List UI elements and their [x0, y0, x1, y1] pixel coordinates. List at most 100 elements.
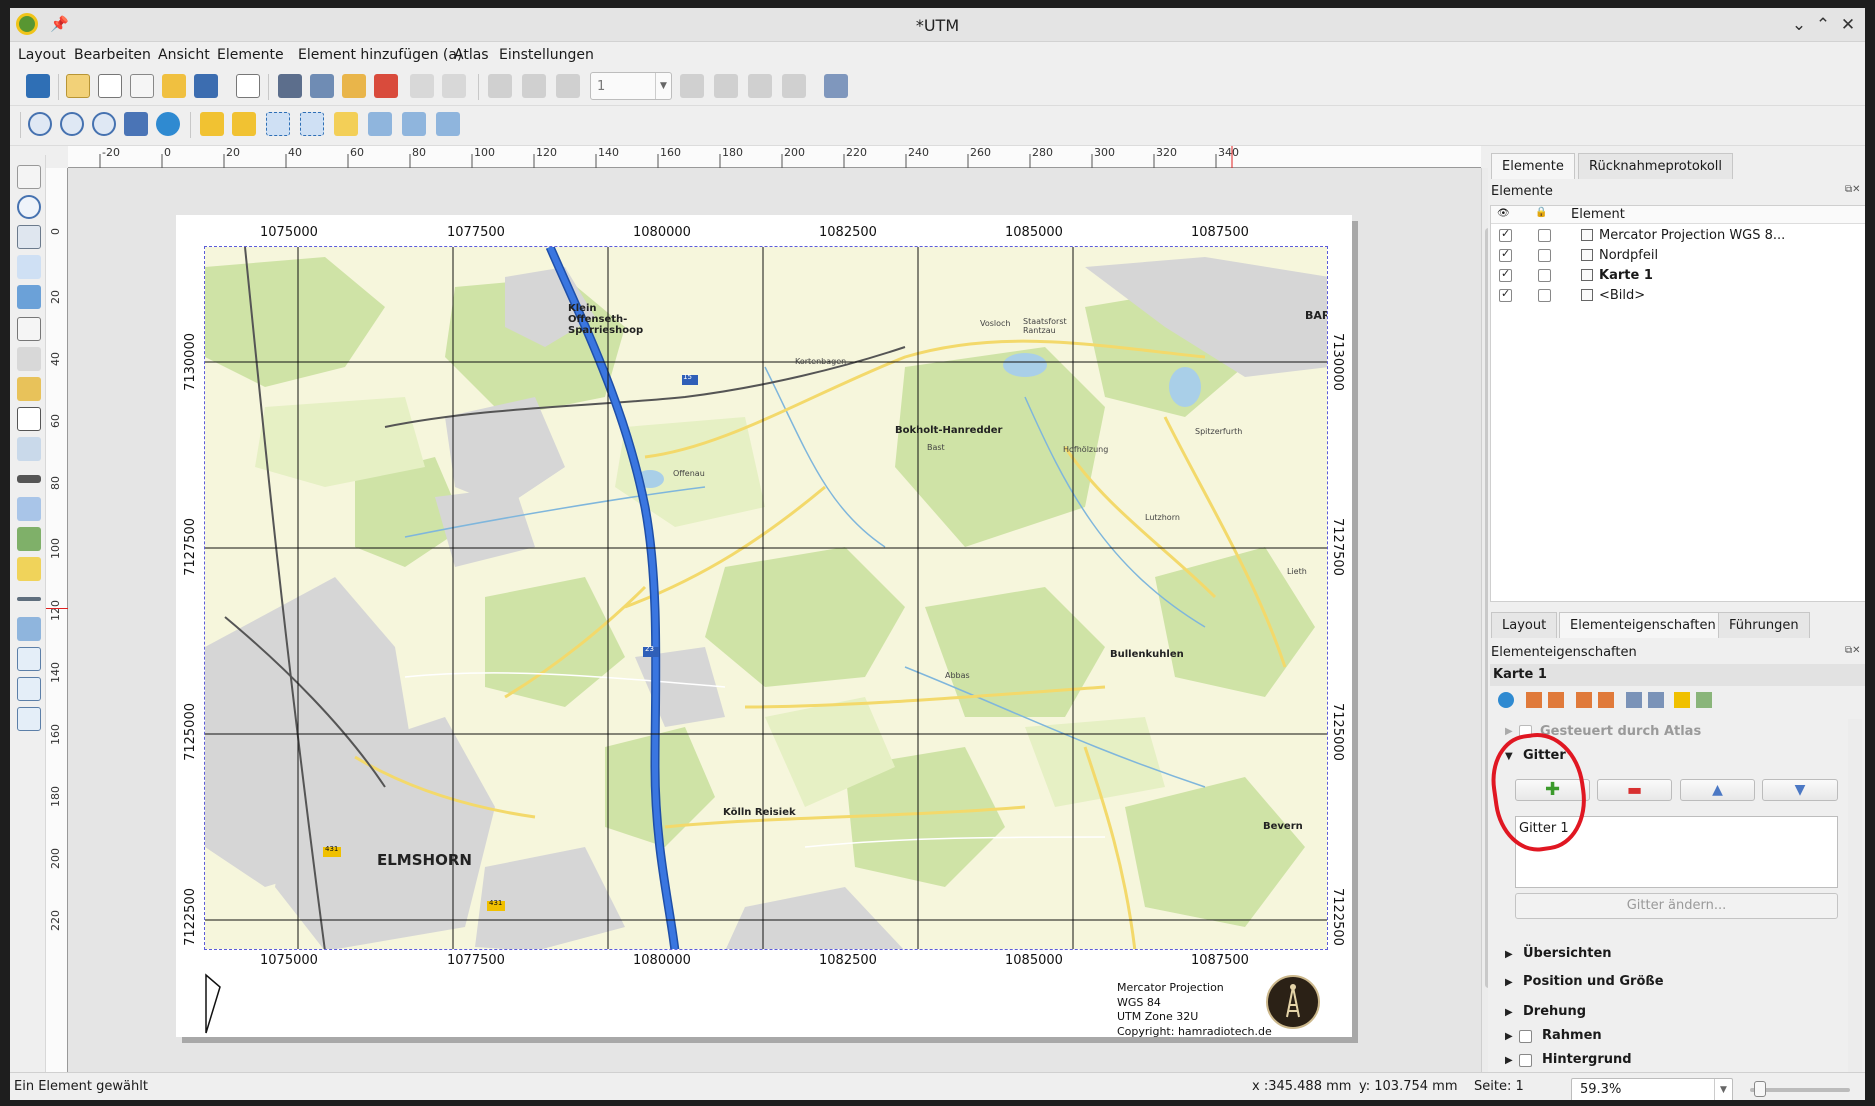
- expand-icon[interactable]: ▶: [1505, 1031, 1513, 1042]
- atlas-page-spinbox[interactable]: 1 ▼: [590, 72, 672, 100]
- menu-bearbeiten[interactable]: Bearbeiten: [74, 47, 151, 63]
- add-3d-map-icon[interactable]: [17, 347, 41, 371]
- section-hintergrund[interactable]: Hintergrund: [1542, 1052, 1632, 1067]
- lock-items-icon[interactable]: [200, 112, 224, 136]
- expand-icon[interactable]: ▶: [1505, 726, 1513, 737]
- refresh-icon[interactable]: [1498, 692, 1514, 708]
- previous-feature-icon[interactable]: [556, 74, 580, 98]
- print-icon[interactable]: [278, 74, 302, 98]
- tree-row[interactable]: Mercator Projection WGS 8...: [1491, 227, 1865, 244]
- section-drehung[interactable]: Drehung: [1523, 1004, 1586, 1019]
- add-north-arrow-icon[interactable]: [17, 497, 41, 521]
- minimize-button[interactable]: ⌄: [1788, 14, 1810, 36]
- lock-checkbox[interactable]: [1538, 289, 1551, 302]
- projection-label[interactable]: Mercator Projection WGS 84 UTM Zone 32U …: [1117, 981, 1272, 1039]
- export-svg-icon[interactable]: [342, 74, 366, 98]
- add-marker-icon[interactable]: [17, 557, 41, 581]
- bookmarks-icon[interactable]: [1626, 692, 1642, 708]
- unlock-items-icon[interactable]: [232, 112, 256, 136]
- atlas-settings-icon[interactable]: [824, 74, 848, 98]
- zoom-tool-icon[interactable]: [17, 195, 41, 219]
- hamradiotech-logo[interactable]: [1266, 975, 1320, 1029]
- layers-icon[interactable]: [1696, 692, 1712, 708]
- view-scale-icon[interactable]: [1598, 692, 1614, 708]
- zoom-slider-handle[interactable]: [1754, 1081, 1766, 1097]
- zoom-in-icon[interactable]: [28, 112, 52, 136]
- add-arrow-icon[interactable]: [17, 597, 41, 601]
- labels-icon[interactable]: [1674, 692, 1690, 708]
- expand-icon[interactable]: ▶: [1505, 977, 1513, 988]
- menu-ansicht[interactable]: Ansicht: [158, 47, 210, 63]
- grid-list-item[interactable]: Gitter 1: [1519, 821, 1569, 836]
- group-icon[interactable]: [266, 112, 290, 136]
- ungroup-icon[interactable]: [300, 112, 324, 136]
- dock-float-close-icons[interactable]: ⧉✕: [1845, 184, 1861, 195]
- add-legend-icon[interactable]: [17, 437, 41, 461]
- zoom-100-icon[interactable]: [92, 112, 116, 136]
- pan-icon[interactable]: [17, 165, 41, 189]
- add-fixed-table-icon[interactable]: [17, 707, 41, 731]
- tab-ruecknahmeprotokoll[interactable]: Rücknahmeprotokoll: [1578, 153, 1734, 179]
- lock-checkbox[interactable]: [1538, 229, 1551, 242]
- zoom-full-icon[interactable]: [124, 112, 148, 136]
- add-node-item-icon[interactable]: [17, 617, 41, 641]
- layout-manager-icon[interactable]: [130, 74, 154, 98]
- tree-row[interactable]: Nordpfeil: [1491, 247, 1865, 264]
- map-item-karte-1[interactable]: 15 23 431 431 Klein Offenseth-Sparriesho…: [204, 246, 1328, 950]
- atlas-controlled-checkbox[interactable]: [1519, 725, 1532, 738]
- lock-checkbox[interactable]: [1538, 249, 1551, 262]
- clipping-icon[interactable]: [1648, 692, 1664, 708]
- visibility-checkbox[interactable]: [1499, 247, 1512, 262]
- section-uebersichten[interactable]: Übersichten: [1523, 946, 1612, 961]
- chevron-down-icon[interactable]: ▼: [655, 73, 671, 99]
- resize-icon[interactable]: [436, 112, 460, 136]
- export-pdf-icon[interactable]: [374, 74, 398, 98]
- add-grid-button[interactable]: ✚: [1515, 779, 1590, 801]
- set-scale-icon[interactable]: [1576, 692, 1592, 708]
- layout-canvas[interactable]: 1075000 1077500 1080000 1082500 1085000 …: [68, 168, 1481, 1075]
- dock-float-close-icons[interactable]: ⧉✕: [1845, 645, 1861, 656]
- set-extent-icon[interactable]: [1526, 692, 1542, 708]
- tab-fuehrungen[interactable]: Führungen: [1718, 612, 1810, 638]
- duplicate-layout-icon[interactable]: [98, 74, 122, 98]
- tab-elemente[interactable]: Elemente: [1491, 153, 1575, 179]
- undo-icon[interactable]: [410, 74, 434, 98]
- save-icon[interactable]: [26, 74, 50, 98]
- select-move-icon[interactable]: [17, 225, 41, 249]
- zoom-out-icon[interactable]: [60, 112, 84, 136]
- properties-scrollbar[interactable]: [1848, 719, 1862, 1075]
- redo-icon[interactable]: [442, 74, 466, 98]
- layout-page[interactable]: 1075000 1077500 1080000 1082500 1085000 …: [176, 215, 1352, 1039]
- grid-list[interactable]: Gitter 1: [1515, 816, 1838, 888]
- view-extent-icon[interactable]: [1548, 692, 1564, 708]
- close-button[interactable]: ✕: [1837, 14, 1859, 36]
- atlas-preview-icon[interactable]: [488, 74, 512, 98]
- frame-checkbox[interactable]: [1519, 1030, 1532, 1043]
- expand-icon[interactable]: ▶: [1505, 949, 1513, 960]
- maximize-button[interactable]: ⌃: [1812, 14, 1834, 36]
- raise-icon[interactable]: [334, 112, 358, 136]
- collapse-icon[interactable]: ▼: [1505, 751, 1513, 762]
- open-template-icon[interactable]: [162, 74, 186, 98]
- add-map-icon[interactable]: [17, 317, 41, 341]
- move-grid-down-button[interactable]: ▼: [1762, 779, 1838, 801]
- add-picture-icon[interactable]: [17, 377, 41, 401]
- add-attribute-table-icon[interactable]: [17, 677, 41, 701]
- save-template-icon[interactable]: [194, 74, 218, 98]
- page-setup-icon[interactable]: [236, 74, 260, 98]
- last-feature-icon[interactable]: [714, 74, 738, 98]
- add-scalebar-icon[interactable]: [17, 475, 41, 483]
- next-feature-icon[interactable]: [680, 74, 704, 98]
- north-arrow-icon[interactable]: [202, 973, 226, 1037]
- lock-checkbox[interactable]: [1538, 269, 1551, 282]
- section-position-groesse[interactable]: Position und Größe: [1523, 974, 1664, 989]
- menu-layout[interactable]: Layout: [18, 47, 66, 63]
- expand-icon[interactable]: ▶: [1505, 1007, 1513, 1018]
- menu-atlas[interactable]: Atlas: [454, 47, 489, 63]
- move-grid-up-button[interactable]: ▲: [1680, 779, 1755, 801]
- chevron-down-icon[interactable]: ▼: [1714, 1079, 1732, 1100]
- add-label-icon[interactable]: [17, 407, 41, 431]
- menu-einstellungen[interactable]: Einstellungen: [499, 47, 594, 63]
- atlas-print-icon[interactable]: [748, 74, 772, 98]
- distribute-icon[interactable]: [402, 112, 426, 136]
